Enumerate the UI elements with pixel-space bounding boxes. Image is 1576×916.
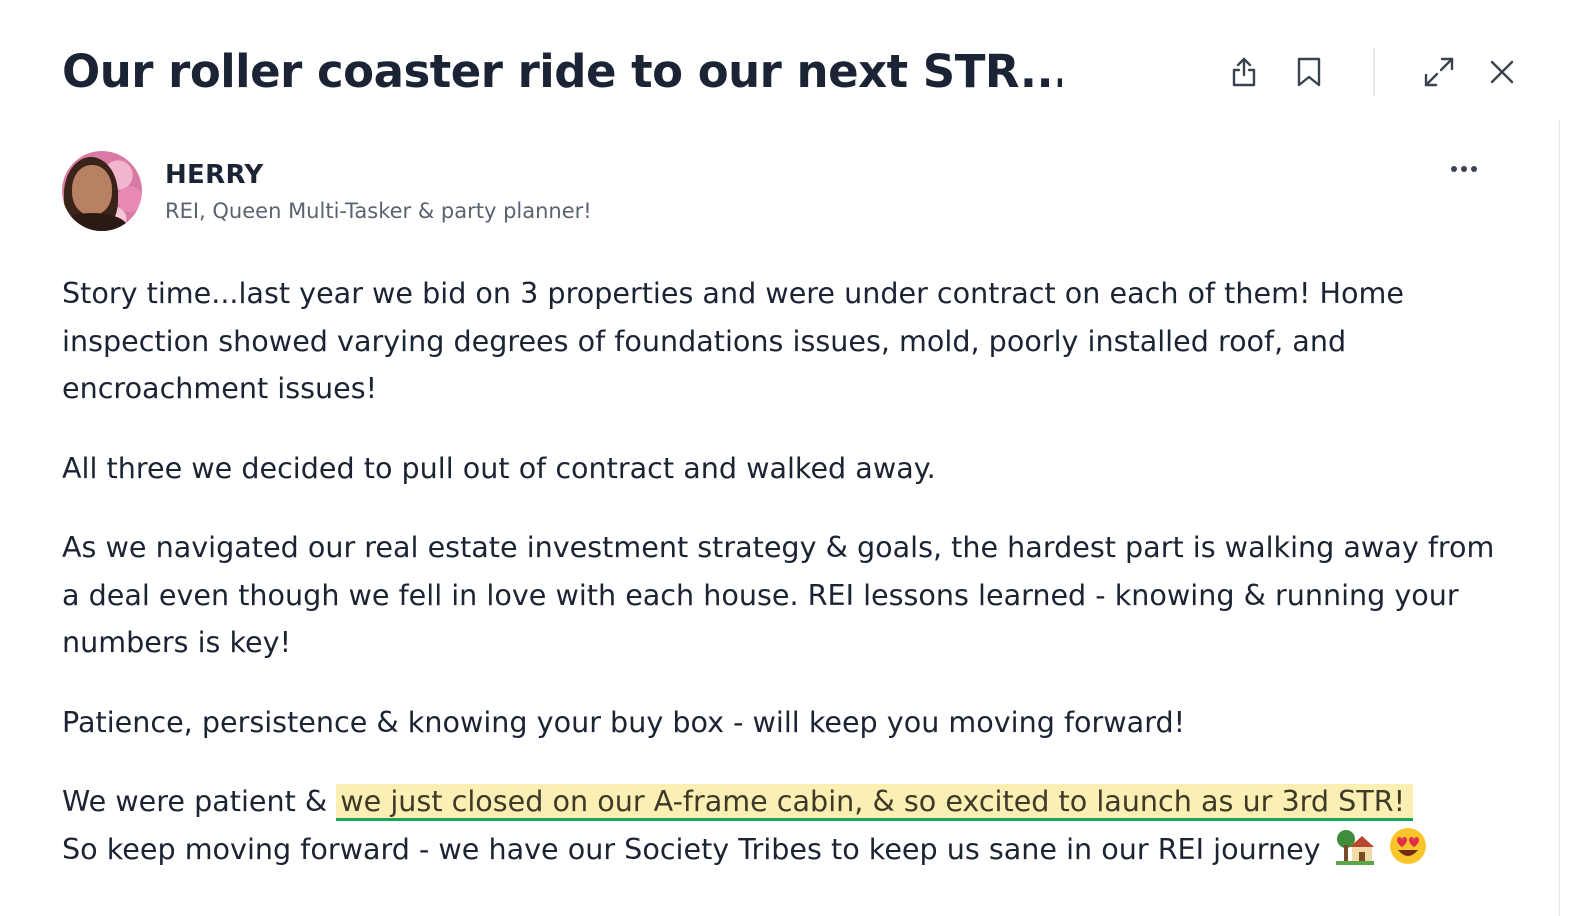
share-icon [1232,57,1256,87]
author-block: HERRY REI, Queen Multi-Tasker & party pl… [62,151,1522,233]
post-paragraph-last: We were patient & we just closed on our … [62,778,1512,873]
close-icon [1490,60,1514,84]
house-with-garden-emoji [1335,829,1374,865]
share-button[interactable] [1222,50,1266,94]
expand-icon [1424,57,1454,87]
post-modal: Our roller coaster ride to our next STR.… [0,0,1576,916]
highlighted-text[interactable]: we just closed on our A-frame cabin, & s… [336,784,1414,821]
avatar[interactable] [62,151,142,231]
modal-header: Our roller coaster ride to our next STR.… [62,38,1536,108]
post-paragraph: Story time...last year we bid on 3 prope… [62,276,1404,405]
last-paragraph-end: So keep moving forward - we have our Soc… [62,831,1321,866]
last-paragraph-start: We were patient & [62,784,337,818]
expand-button[interactable] [1417,50,1461,94]
heart-eyes-emoji [1389,827,1426,864]
more-horizontal-icon [1451,166,1477,172]
header-divider [1373,48,1375,96]
post-paragraph: Patience, persistence & knowing your buy… [62,704,1186,739]
close-button[interactable] [1480,50,1524,94]
bookmark-button[interactable] [1287,50,1331,94]
bookmark-icon [1297,57,1321,87]
panel-edge [1559,120,1560,916]
post-paragraph: All three we decided to pull out of cont… [62,450,936,485]
post-body: Story time...last year we bid on 3 prope… [62,270,1512,905]
author-bio: REI, Queen Multi-Tasker & party planner! [165,199,592,223]
author-name[interactable]: HERRY [165,159,263,191]
post-paragraph: As we navigated our real estate investme… [62,530,1495,659]
more-options-button[interactable] [1442,151,1486,187]
post-title: Our roller coaster ride to our next STR.… [62,45,1062,98]
